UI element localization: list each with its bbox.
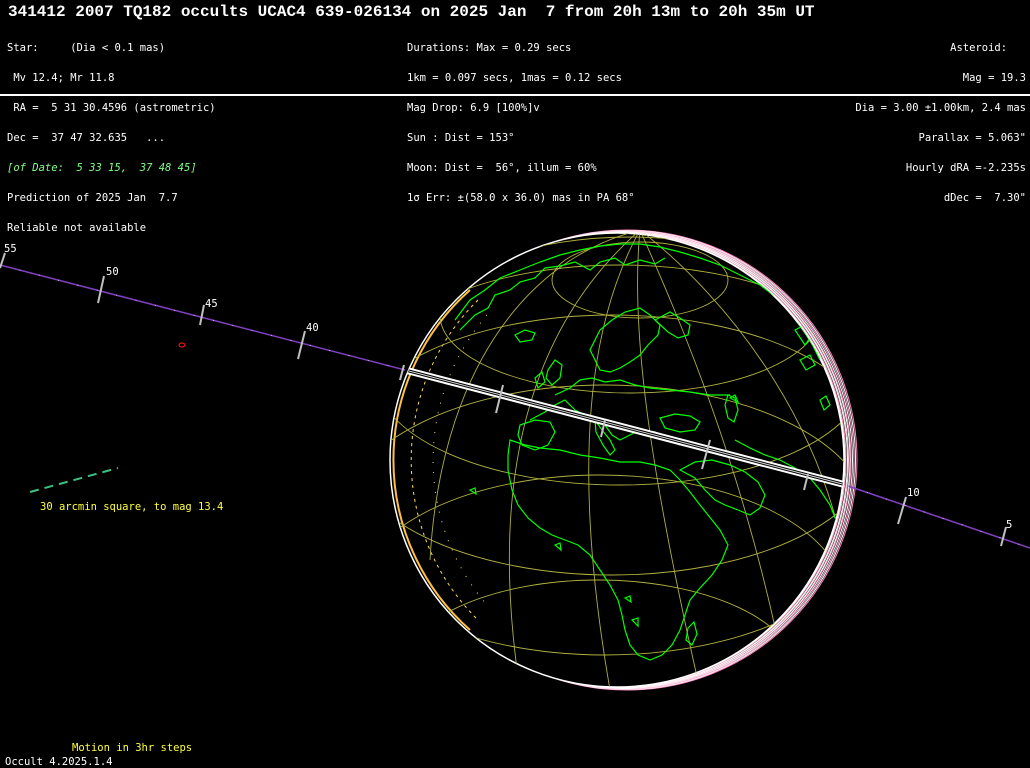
asteroid-marker	[178, 342, 186, 348]
tick-label-5: 5	[1006, 519, 1012, 531]
tick-label-50: 50	[106, 266, 119, 278]
tick-label-40: 40	[306, 322, 319, 334]
occultation-map: 55 50 45 40 10 5	[0, 229, 1030, 691]
version-label: Occult 4.2025.1.4	[5, 756, 113, 768]
tick-label-55: 55	[4, 243, 17, 255]
motion-label: Motion in 3hr steps	[72, 742, 193, 754]
scale-label: 30 arcmin square, to mag 13.4	[40, 501, 224, 513]
tick-label-45: 45	[205, 298, 218, 310]
scale-bar	[29, 467, 119, 493]
tick-label-10: 10	[907, 487, 920, 499]
